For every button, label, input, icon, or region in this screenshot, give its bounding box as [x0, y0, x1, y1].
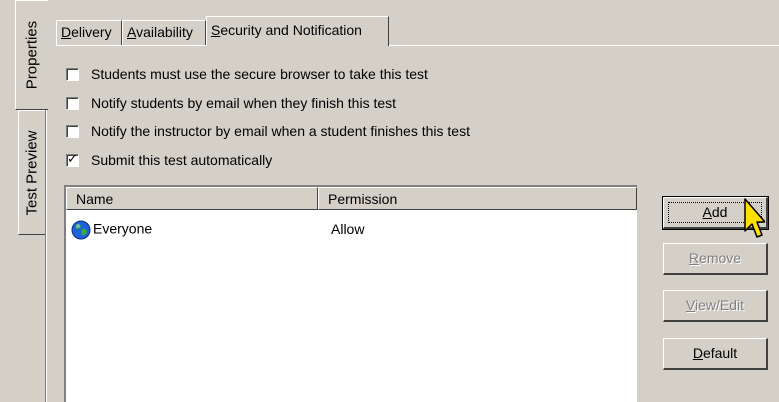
permissions-list[interactable]: Name Permission Everyone Allow [64, 185, 637, 402]
tab-security-and-notification[interactable]: Security and Notification [206, 16, 389, 46]
option-notify-instructor[interactable]: Notify the instructor by email when a st… [66, 121, 470, 141]
notify-students-label: Notify students by email when they finis… [91, 95, 397, 111]
column-header-name[interactable]: Name [66, 187, 318, 210]
option-secure-browser[interactable]: Students must use the secure browser to … [66, 64, 428, 84]
side-tab-test-preview-label: Test Preview [23, 129, 41, 216]
default-button[interactable]: Default [663, 338, 768, 370]
list-item-permission: Allow [331, 221, 365, 237]
tab-availability[interactable]: Availability [122, 20, 206, 45]
tab-security-label: ecurity and Notification [220, 22, 362, 38]
option-submit-automatically[interactable]: ✓ Submit this test automatically [66, 150, 272, 170]
notify-students-checkbox[interactable] [66, 96, 79, 110]
remove-button-key: R [688, 250, 700, 266]
list-item-permission-cell: Allow [331, 221, 364, 241]
tab-delivery-label: elivery [71, 24, 112, 40]
secure-browser-label: Students must use the secure browser to … [91, 66, 428, 82]
notify-instructor-checkbox[interactable] [66, 124, 79, 138]
submit-automatically-label: Submit this test automatically [91, 152, 273, 168]
column-header-permission[interactable]: Permission [318, 187, 637, 210]
column-header-permission-label: Permission [328, 191, 398, 207]
side-tab-properties-label: Properties [23, 20, 41, 90]
tab-delivery-key: D [61, 24, 72, 40]
view-edit-button-label: iew/Edit [695, 297, 745, 313]
submit-automatically-checkbox[interactable]: ✓ [66, 150, 79, 167]
mouse-pointer-icon [744, 198, 765, 238]
column-header-name-label: Name [76, 191, 114, 207]
tab-delivery[interactable]: Delivery [56, 20, 122, 45]
tab-availability-label: vailability [136, 24, 193, 40]
notify-instructor-label: Notify the instructor by email when a st… [91, 123, 470, 139]
tab-security-key: S [211, 22, 221, 38]
remove-button-label: emove [699, 250, 742, 266]
list-item[interactable]: Everyone [71, 220, 152, 240]
side-tab-test-preview[interactable]: Test Preview [18, 110, 45, 235]
remove-button[interactable]: Remove [663, 243, 768, 275]
view-edit-button-key: V [685, 297, 696, 313]
default-button-key: D [692, 345, 703, 361]
option-notify-students[interactable]: Notify students by email when they finis… [66, 93, 396, 113]
secure-browser-checkbox[interactable] [66, 67, 79, 81]
globe-icon [71, 220, 91, 240]
tab-availability-key: A [127, 24, 137, 40]
tab-baseline [56, 45, 779, 46]
checkmark-icon: ✓ [67, 150, 78, 166]
side-tab-properties[interactable]: Properties [15, 0, 48, 110]
default-button-label: efault [702, 345, 738, 361]
view-edit-button[interactable]: View/Edit [663, 290, 768, 322]
list-item-name: Everyone [93, 220, 153, 237]
